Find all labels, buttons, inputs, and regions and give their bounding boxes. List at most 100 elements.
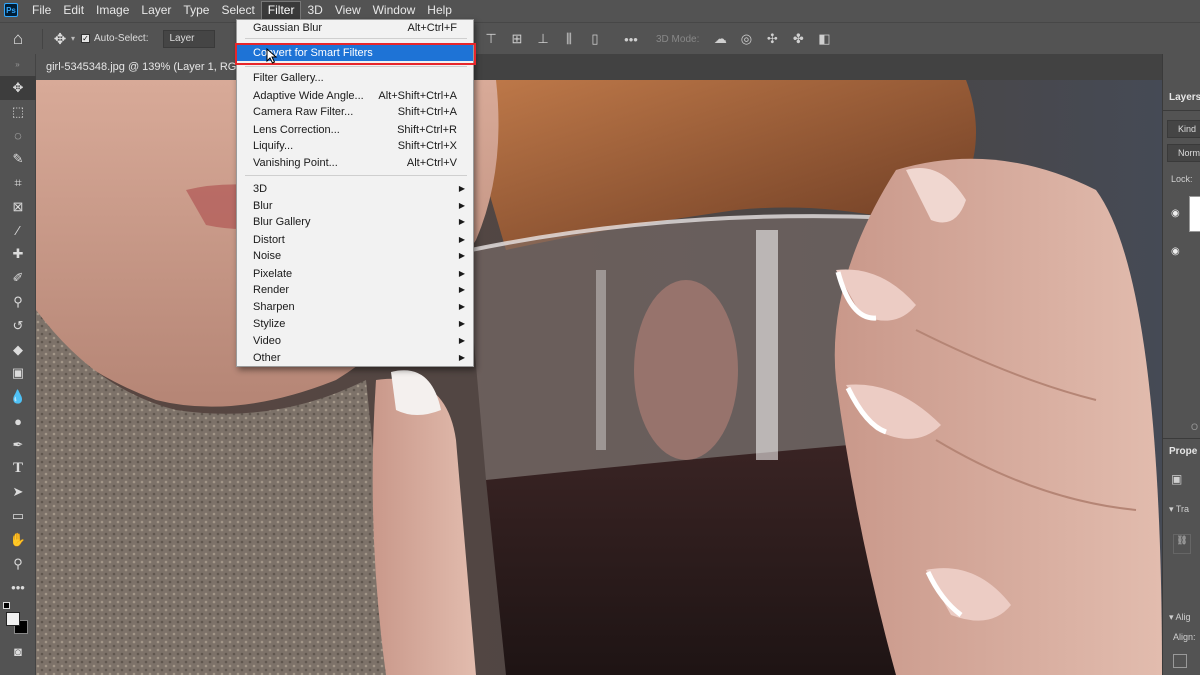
menu-item-lens-correction[interactable]: Lens Correction... Shift+Ctrl+R (237, 122, 473, 138)
more-tools-icon[interactable]: ••• (0, 576, 36, 600)
layer-row[interactable]: ◉ (1163, 234, 1200, 274)
blur-tool-icon[interactable]: 💧 (0, 385, 36, 409)
marquee-tool-icon[interactable]: ⬚ (0, 100, 36, 124)
menu-file[interactable]: File (26, 0, 57, 20)
document-tab[interactable]: girl-5345348.jpg @ 139% (Layer 1, RGB (36, 54, 254, 80)
menu-item-shortcut: Shift+Ctrl+R (397, 124, 457, 136)
default-colors-icon[interactable] (3, 601, 10, 609)
menu-layer[interactable]: Layer (135, 0, 177, 20)
submenu-stylize[interactable]: Stylize ▶ (237, 316, 473, 332)
quick-select-tool-icon[interactable]: ✎ (0, 147, 36, 171)
layers-panel-title[interactable]: Layers (1169, 92, 1200, 103)
submenu-distort[interactable]: Distort ▶ (237, 232, 473, 248)
menu-item-label: Blur (253, 200, 273, 212)
type-tool-icon[interactable]: T (0, 457, 36, 481)
menu-item-liquify[interactable]: Liquify... Shift+Ctrl+X (237, 138, 473, 154)
menu-type[interactable]: Type (177, 0, 215, 20)
align-left-icon[interactable] (1173, 654, 1187, 668)
eye-icon[interactable]: ◉ (1171, 246, 1180, 257)
image-canvas[interactable] (36, 80, 1162, 675)
chevron-down-icon[interactable]: ▾ (71, 34, 75, 43)
menu-select[interactable]: Select (215, 0, 260, 20)
align-top-icon[interactable]: ⊤ (478, 31, 504, 47)
menu-item-adaptive-wide-angle[interactable]: Adaptive Wide Angle... Alt+Shift+Ctrl+A (237, 88, 473, 104)
submenu-video[interactable]: Video ▶ (237, 333, 473, 349)
menu-window[interactable]: Window (367, 0, 422, 20)
3d-roll-icon[interactable]: ◎ (733, 31, 759, 47)
menu-view[interactable]: View (329, 0, 367, 20)
move-tool-icon[interactable]: ✥ (0, 76, 36, 100)
menu-item-shortcut: Shift+Ctrl+A (397, 106, 457, 118)
dodge-tool-icon[interactable]: ● (0, 409, 36, 433)
menu-item-vanishing-point[interactable]: Vanishing Point... Alt+Ctrl+V (237, 155, 473, 171)
quick-mask-icon[interactable]: ◙ (0, 640, 36, 664)
frame-tool-icon[interactable]: ⊠ (0, 195, 36, 219)
align-vcenter-icon[interactable]: ⊞ (504, 31, 530, 47)
submenu-other[interactable]: Other ▶ (237, 350, 473, 366)
layer-row[interactable]: ◉ (1163, 194, 1200, 234)
history-brush-tool-icon[interactable]: ↺ (0, 314, 36, 338)
menu-image[interactable]: Image (90, 0, 135, 20)
photo-girl-drinking (36, 80, 1162, 675)
submenu-blur[interactable]: Blur ▶ (237, 198, 473, 214)
blend-mode-dropdown[interactable]: Norma (1167, 144, 1200, 162)
3d-slide-icon[interactable]: ✤ (785, 31, 811, 47)
menu-edit[interactable]: Edit (57, 0, 90, 20)
transform-label: Tra (1175, 504, 1190, 514)
auto-select-checkbox[interactable]: ✓ (81, 34, 91, 43)
distribute-vertical-icon[interactable]: ▯ (582, 31, 608, 47)
filter-menu-dropdown: Gaussian Blur Alt+Ctrl+F Convert for Sma… (236, 19, 474, 367)
path-select-tool-icon[interactable]: ➤ (0, 481, 36, 505)
zoom-tool-icon[interactable]: ⚲ (0, 552, 36, 576)
3d-scale-icon[interactable]: ◧ (811, 31, 837, 47)
submenu-arrow-icon: ▶ (458, 251, 465, 260)
menu-item-camera-raw-filter[interactable]: Camera Raw Filter... Shift+Ctrl+A (237, 104, 473, 120)
align-title: Alig (1175, 612, 1191, 622)
link-icon[interactable]: ⛓ (1173, 534, 1191, 554)
healing-brush-tool-icon[interactable]: ✚ (0, 243, 36, 267)
menu-help[interactable]: Help (421, 0, 458, 20)
move-icon[interactable]: ✥ (49, 30, 71, 48)
menu-filter[interactable]: Filter (260, 0, 302, 20)
distribute-icon[interactable]: ⫼ (556, 31, 582, 47)
gradient-tool-icon[interactable]: ▣ (0, 362, 36, 386)
eyedropper-tool-icon[interactable]: ⁄ (0, 219, 36, 243)
brush-tool-icon[interactable]: ✐ (0, 266, 36, 290)
eye-icon[interactable]: ◉ (1171, 208, 1180, 219)
lasso-tool-icon[interactable]: ◌ (0, 124, 36, 148)
more-options-icon[interactable]: ••• (618, 32, 644, 47)
auto-select-label: Auto-Select: (94, 33, 149, 44)
right-panels: Layers Kind Norma Lock: ◉ ◉ O Prope ▣ ▾ … (1162, 54, 1200, 675)
clone-stamp-tool-icon[interactable]: ⚲ (0, 290, 36, 314)
pen-tool-icon[interactable]: ✒ (0, 433, 36, 457)
submenu-pixelate[interactable]: Pixelate ▶ (237, 266, 473, 282)
3d-orbit-icon[interactable]: ☁ (707, 31, 733, 47)
menu-item-filter-gallery[interactable]: Filter Gallery... (237, 70, 473, 86)
properties-panel-title[interactable]: Prope (1169, 446, 1197, 457)
chevron-down-icon[interactable]: ▾ (1169, 504, 1176, 514)
submenu-render[interactable]: Render ▶ (237, 282, 473, 298)
menu-item-gaussian-blur[interactable]: Gaussian Blur Alt+Ctrl+F (237, 20, 473, 36)
transform-section[interactable]: ▾ Tra (1169, 504, 1189, 515)
color-swatches[interactable] (0, 600, 35, 640)
layer-kind-filter[interactable]: Kind (1167, 120, 1200, 138)
submenu-3d[interactable]: 3D ▶ (237, 181, 473, 197)
auto-select-dropdown[interactable]: Layer (162, 29, 215, 48)
toolbar-grip[interactable]: » (0, 54, 35, 76)
submenu-blur-gallery[interactable]: Blur Gallery ▶ (237, 214, 473, 230)
submenu-arrow-icon: ▶ (458, 269, 465, 278)
3d-pan-icon[interactable]: ✣ (759, 31, 785, 47)
eraser-tool-icon[interactable]: ◆ (0, 338, 36, 362)
foreground-color-swatch[interactable] (6, 611, 20, 626)
crop-tool-icon[interactable]: ⌗ (0, 171, 36, 195)
align-bottom-icon[interactable]: ⊥ (530, 31, 556, 47)
submenu-sharpen[interactable]: Sharpen ▶ (237, 299, 473, 315)
menu-3d[interactable]: 3D (301, 0, 328, 20)
home-icon[interactable]: ⌂ (0, 24, 36, 54)
submenu-arrow-icon: ▶ (458, 302, 465, 311)
align-section[interactable]: ▾ Alig (1169, 612, 1191, 623)
rectangle-tool-icon[interactable]: ▭ (0, 504, 36, 528)
hand-tool-icon[interactable]: ✋ (0, 528, 36, 552)
menu-item-shortcut: Alt+Shift+Ctrl+A (378, 90, 457, 102)
submenu-noise[interactable]: Noise ▶ (237, 248, 473, 264)
